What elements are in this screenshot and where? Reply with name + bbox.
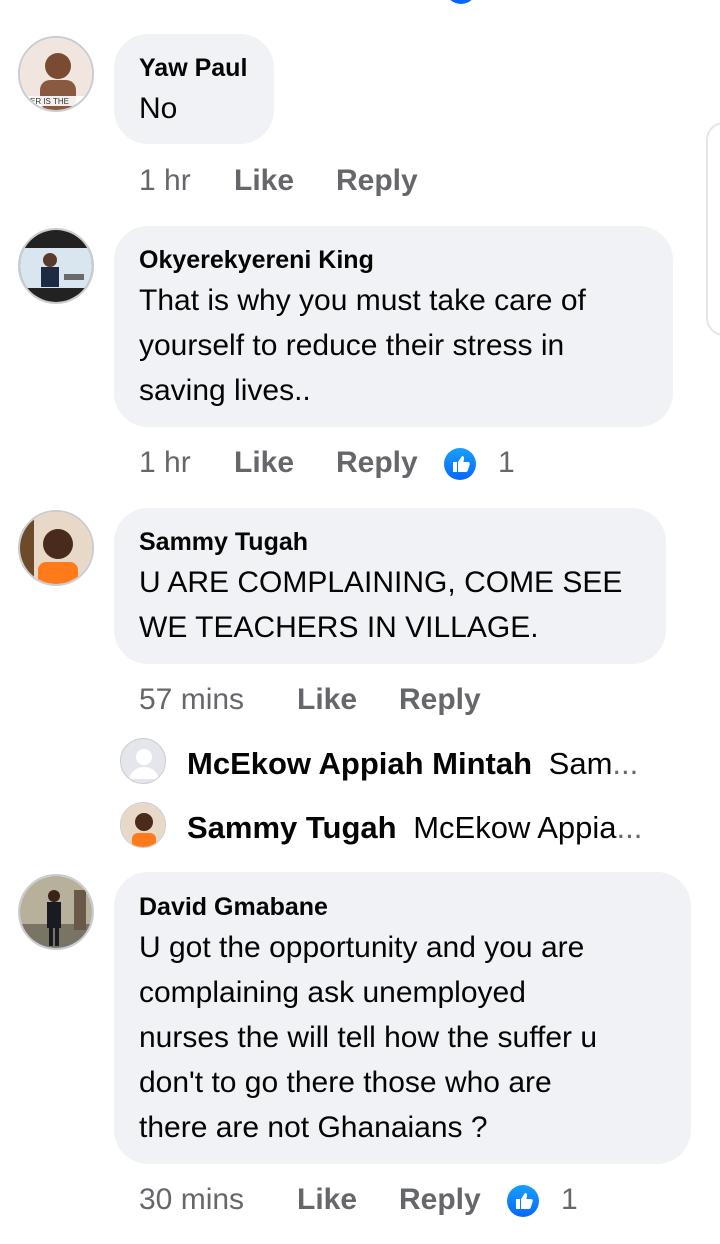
reply-author[interactable]: Sammy Tugah (187, 810, 397, 845)
comment-author[interactable]: Okyerekyereni King (139, 246, 374, 275)
partial-like-badge-icon (445, 0, 477, 4)
svg-text:ER IS THE: ER IS THE (30, 97, 69, 106)
avatar[interactable] (120, 738, 166, 784)
comment-text-line: WE TEACHERS IN VILLAGE. (139, 611, 539, 644)
like-reaction-icon[interactable] (444, 448, 476, 480)
comment-author[interactable]: Sammy Tugah (139, 528, 308, 557)
reply-button[interactable]: Reply (336, 446, 418, 480)
avatar[interactable] (18, 228, 94, 304)
reply-ellipsis: ... (616, 810, 643, 845)
reply-preview-text: McEkow Appia (413, 810, 617, 845)
yaw-paul-avatar-image: ER IS THE (20, 38, 92, 110)
reply-preview-text: Sam (548, 746, 613, 781)
reply-preview[interactable]: McEkow Appiah Mintah Sam... (187, 746, 638, 782)
side-panel-edge (706, 122, 720, 336)
okyerekyereni-king-avatar-image (20, 230, 92, 302)
default-user-avatar-icon (122, 740, 165, 783)
comment-author[interactable]: Yaw Paul (139, 54, 247, 83)
comment-time[interactable]: 57 mins (139, 683, 244, 717)
like-reaction-icon[interactable] (507, 1185, 539, 1217)
reply-button[interactable]: Reply (399, 1183, 481, 1217)
comment-time[interactable]: 30 mins (139, 1183, 244, 1217)
thumbs-up-icon (453, 456, 470, 472)
reply-preview[interactable]: Sammy Tugah McEkow Appia... (187, 810, 642, 846)
comment-text: No (139, 92, 178, 125)
like-button[interactable]: Like (297, 683, 357, 717)
comment-text-line: That is why you must take care of (139, 284, 586, 317)
avatar[interactable] (18, 874, 94, 950)
avatar[interactable] (18, 510, 94, 586)
comment-text-line: saving lives.. (139, 374, 311, 407)
comment-text-line: nurses the will tell how the suffer u (139, 1021, 598, 1054)
sammy-tugah-avatar-image (20, 512, 92, 584)
comment-text-line: U got the opportunity and you are (139, 931, 585, 964)
sammy-tugah-small-avatar-image (121, 803, 165, 847)
comment-bubble[interactable] (114, 34, 274, 144)
comment-text-line: don't to go there those who are (139, 1066, 552, 1099)
reply-author[interactable]: McEkow Appiah Mintah (187, 746, 532, 781)
avatar[interactable] (120, 802, 166, 848)
top-partial-row: 1 (140, 0, 560, 6)
comment-time[interactable]: 1 hr (139, 164, 191, 198)
comment-text-line: yourself to reduce their stress in (139, 329, 565, 362)
comment-text-line: U ARE COMPLAINING, COME SEE (139, 566, 623, 599)
like-button[interactable]: Like (297, 1183, 357, 1217)
like-button[interactable]: Like (234, 164, 294, 198)
comment-time[interactable]: 1 hr (139, 446, 191, 480)
comment-author[interactable]: David Gmabane (139, 893, 328, 922)
david-gmabane-avatar-image (20, 876, 92, 948)
thumbs-up-icon (516, 1193, 533, 1209)
reply-button[interactable]: Reply (399, 683, 481, 717)
like-button[interactable]: Like (234, 446, 294, 480)
comment-text-line: there are not Ghanaians ? (139, 1111, 488, 1144)
reply-ellipsis: ... (612, 746, 639, 781)
comment-text-line: complaining ask unemployed (139, 976, 526, 1009)
reaction-count[interactable]: 1 (498, 446, 515, 480)
reaction-count[interactable]: 1 (561, 1183, 578, 1217)
reply-button[interactable]: Reply (336, 164, 418, 198)
avatar[interactable]: ER IS THE (18, 36, 94, 112)
